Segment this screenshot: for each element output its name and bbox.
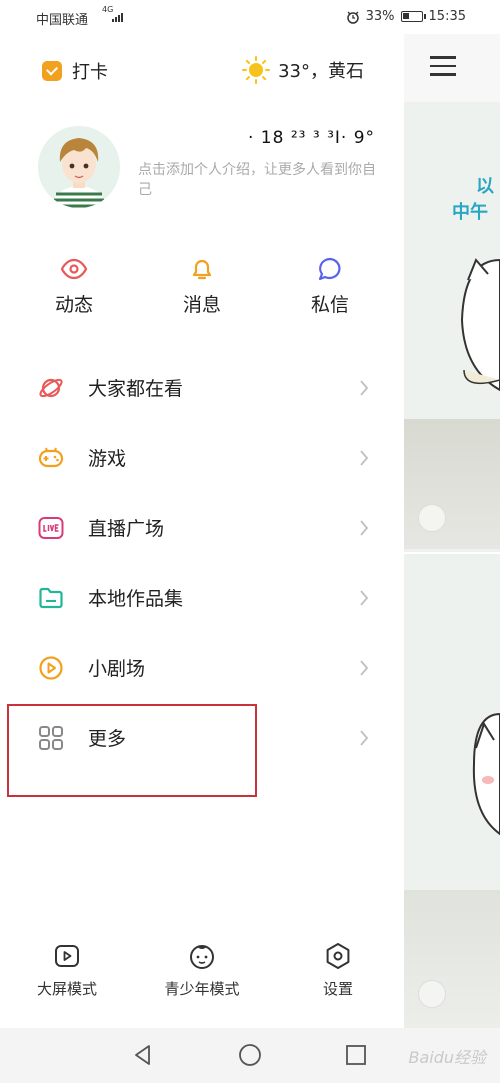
avatar[interactable]	[38, 126, 120, 208]
checkin-icon	[42, 61, 62, 81]
carrier-name: 中国联通	[36, 13, 89, 28]
author-avatar[interactable]	[418, 980, 446, 1008]
menu-item-trending[interactable]: 大家都在看	[0, 352, 404, 422]
watermark: Baidu经验	[408, 1048, 486, 1067]
folder-icon	[39, 587, 63, 609]
hamburger-menu-icon[interactable]	[430, 56, 456, 76]
content-heading-line: 以	[476, 176, 494, 197]
sun-icon	[242, 56, 271, 84]
highlight-box	[7, 704, 257, 797]
background-content: 以 中午	[404, 34, 500, 1028]
teen-mode-button[interactable]: 青少年模式	[160, 942, 244, 999]
battery-icon	[400, 11, 426, 22]
play-circle-icon	[39, 656, 63, 680]
cartoon-cat-image[interactable]	[404, 704, 500, 874]
menu-item-label: 小剧场	[88, 658, 146, 680]
bio-text[interactable]: 点击添加个人介绍，让更多人看到你自己	[138, 160, 378, 200]
quick-action-label: 私信	[310, 294, 349, 316]
weather-widget[interactable]: 33°，黄石	[242, 56, 364, 84]
bottom-tool-label: 大屏模式	[36, 980, 97, 998]
drawer-bottom-tools: 大屏模式 青少年模式 设置	[0, 942, 404, 1012]
bell-icon	[192, 259, 212, 280]
system-nav-bar: Baidu经验	[0, 1028, 500, 1083]
status-bar: 中国联通 4G 33% 15:35	[0, 0, 500, 34]
back-icon[interactable]	[132, 1044, 154, 1066]
recent-apps-icon[interactable]	[345, 1044, 367, 1066]
chat-bubble-icon	[318, 257, 341, 281]
clock: 15:35	[428, 9, 466, 24]
quick-action-feed[interactable]: 动态	[24, 256, 124, 317]
live-icon	[38, 517, 64, 539]
menu-item-local-works[interactable]: 本地作品集	[0, 562, 404, 632]
side-drawer: 打卡 33°，黄石 · 18 ²³ ³ ³I· 9° 点击添加个人介绍，让更多人…	[0, 34, 404, 1028]
video-thumbnail[interactable]	[404, 890, 500, 1028]
bottom-tool-label: 设置	[322, 980, 353, 998]
menu-item-live[interactable]: 直播广场	[0, 492, 404, 562]
big-screen-mode-button[interactable]: 大屏模式	[34, 942, 100, 999]
feed-divider	[404, 552, 500, 554]
content-heading-line: 中午	[452, 202, 488, 223]
chevron-right-icon	[360, 450, 369, 466]
profile-section[interactable]: · 18 ²³ ³ ³I· 9° 点击添加个人介绍，让更多人看到你自己	[38, 126, 378, 208]
video-thumbnail[interactable]	[404, 419, 500, 549]
author-avatar[interactable]	[418, 504, 446, 532]
content-header	[404, 34, 500, 102]
chevron-right-icon	[360, 380, 369, 396]
chevron-right-icon	[360, 590, 369, 606]
quick-action-label: 动态	[54, 294, 93, 316]
drawer-top-row: 打卡 33°，黄石	[0, 54, 404, 86]
avatar-illustration	[38, 126, 120, 208]
status-right: 33% 15:35	[346, 9, 466, 24]
quick-action-label: 消息	[182, 294, 221, 316]
tv-play-icon	[55, 945, 79, 967]
quick-action-messages[interactable]: 消息	[152, 256, 252, 317]
signal-icon	[112, 12, 123, 22]
chevron-right-icon	[360, 730, 369, 746]
chevron-right-icon	[360, 660, 369, 676]
eye-icon	[60, 258, 88, 280]
weather-text: 33°，黄石	[278, 61, 364, 82]
settings-button[interactable]: 设置	[318, 942, 358, 999]
child-face-icon	[190, 945, 214, 969]
planet-icon	[39, 378, 63, 398]
cartoon-cat-image[interactable]	[404, 240, 500, 410]
alarm-icon	[346, 11, 359, 24]
battery-percent: 33%	[365, 9, 395, 24]
menu-item-label: 游戏	[88, 448, 127, 470]
home-icon[interactable]	[238, 1043, 262, 1067]
username[interactable]: · 18 ²³ ³ ³I· 9°	[248, 128, 375, 148]
menu-item-label: 直播广场	[88, 518, 165, 540]
menu-item-label: 大家都在看	[88, 378, 184, 400]
settings-hex-icon	[326, 943, 350, 969]
menu-item-label: 本地作品集	[88, 588, 184, 610]
content-heading: 以 中午	[452, 174, 494, 226]
menu-item-games[interactable]: 游戏	[0, 422, 404, 492]
menu-item-mini-theater[interactable]: 小剧场	[0, 632, 404, 702]
gamepad-icon	[38, 447, 64, 468]
checkin-button[interactable]: 打卡	[42, 58, 108, 84]
bottom-tool-label: 青少年模式	[164, 980, 240, 998]
checkin-label: 打卡	[72, 62, 108, 83]
quick-action-direct-messages[interactable]: 私信	[280, 256, 380, 317]
chevron-right-icon	[360, 520, 369, 536]
quick-actions: 动态 消息 私信	[0, 256, 404, 326]
